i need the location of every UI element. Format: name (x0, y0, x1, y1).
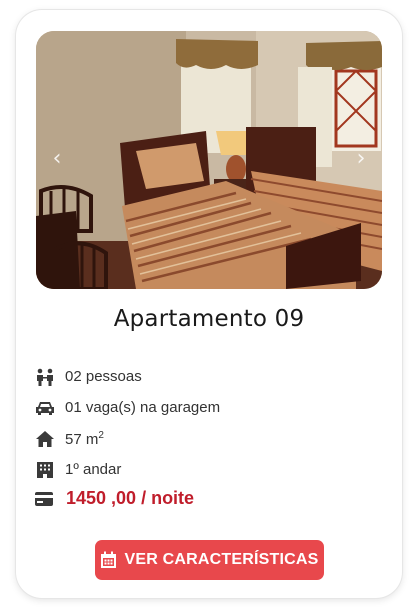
chevron-left-icon[interactable]: ‹ (42, 143, 72, 173)
apartment-card: ‹ › Apartamento 09 02 pessoas 01 vaga(s)… (16, 10, 402, 598)
feature-superscript: 2 (98, 429, 104, 441)
feature-text: 1º andar (65, 461, 122, 478)
home-icon (34, 429, 56, 449)
feature-text: 01 vaga(s) na garagem (65, 399, 221, 416)
bedroom-photo (36, 31, 382, 289)
car-icon (34, 398, 56, 418)
feature-text: 02 pessoas (65, 368, 142, 385)
price-text: 1450 ,00 / noite (66, 488, 195, 508)
feature-area: 57 m2 (34, 423, 384, 454)
view-features-button[interactable]: VER CARACTERÍSTICAS (95, 540, 324, 580)
people-icon (34, 367, 56, 387)
apartment-photo-carousel[interactable]: ‹ › (36, 31, 382, 289)
feature-floor: 1º andar (34, 454, 384, 485)
calendar-icon (100, 551, 118, 569)
feature-capacity: 02 pessoas (34, 361, 384, 392)
feature-list: 02 pessoas 01 vaga(s) na garagem 57 m2 1… (34, 361, 384, 485)
price-row: 1450 ,00 / noite (34, 488, 194, 509)
chevron-right-icon[interactable]: › (346, 143, 376, 173)
credit-card-icon (34, 489, 56, 509)
feature-text: 57 m2 (65, 429, 104, 448)
feature-parking: 01 vaga(s) na garagem (34, 392, 384, 423)
apartment-title: Apartamento 09 (113, 306, 305, 332)
view-features-label: VER CARACTERÍSTICAS (124, 551, 319, 568)
building-icon (34, 460, 56, 480)
